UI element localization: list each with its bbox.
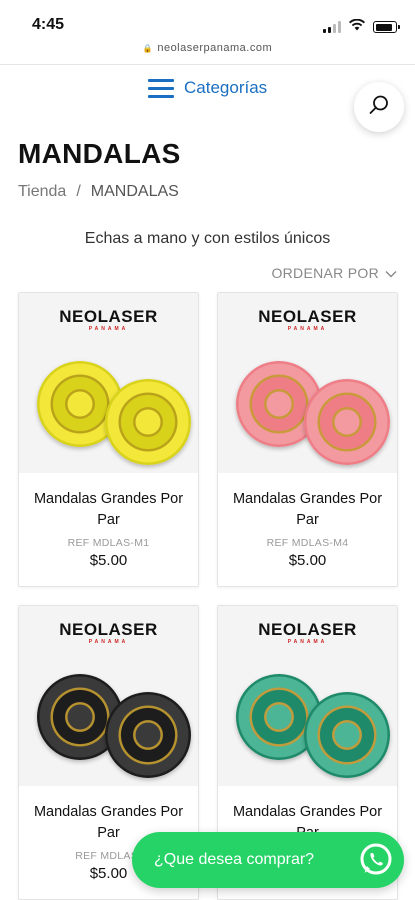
- sort-label: ORDENAR POR: [271, 265, 379, 281]
- wifi-icon: [349, 18, 365, 36]
- product-ref: REF MDLAS-M1: [67, 537, 150, 549]
- product-name[interactable]: Mandalas Grandes Por Par: [218, 489, 397, 531]
- mandala-earring-image: [105, 692, 191, 778]
- brand-logo: NEOLASER PANAMA: [59, 620, 158, 645]
- product-name[interactable]: Mandalas Grandes Por Par: [19, 489, 198, 531]
- product-card[interactable]: NEOLASER PANAMA Mandalas Grandes Por Par RE…: [18, 292, 199, 587]
- product-price: $5.00: [288, 552, 327, 569]
- battery-icon: [373, 21, 400, 33]
- page-title: MANDALAS: [18, 138, 181, 169]
- breadcrumb: Tienda / MANDALAS: [18, 183, 179, 201]
- url-text: neolaserpanama.com: [157, 42, 273, 54]
- mandala-earring-image: [304, 379, 390, 465]
- whatsapp-label: ¿Que desea comprar?: [154, 851, 315, 868]
- sort-dropdown[interactable]: ORDENAR POR: [271, 265, 397, 281]
- status-bar: 4:45: [0, 0, 415, 40]
- whatsapp-chat-button[interactable]: ¿Que desea comprar?: [132, 832, 404, 888]
- product-grid: NEOLASER PANAMA Mandalas Grandes Por Par RE…: [18, 292, 398, 900]
- status-time: 4:45: [32, 16, 65, 33]
- product-image[interactable]: NEOLASER PANAMA: [218, 606, 397, 786]
- brand-logo: NEOLASER PANAMA: [59, 307, 158, 332]
- product-image[interactable]: NEOLASER PANAMA: [218, 293, 397, 473]
- product-ref: REF MDLAS-M4: [266, 537, 349, 549]
- search-icon: [368, 94, 390, 121]
- mandala-earring-image: [304, 692, 390, 778]
- header-divider: [0, 64, 415, 65]
- search-button[interactable]: [354, 82, 404, 132]
- product-price: $5.00: [89, 552, 128, 569]
- lock-icon: 🔒: [142, 44, 154, 53]
- product-image[interactable]: NEOLASER PANAMA: [19, 606, 198, 786]
- url-bar[interactable]: 🔒 neolaserpanama.com: [0, 42, 415, 62]
- whatsapp-icon: [354, 838, 398, 882]
- hamburger-menu-icon: [148, 78, 174, 98]
- breadcrumb-current: MANDALAS: [90, 183, 179, 200]
- category-subtitle: Echas a mano y con estilos únicos: [84, 230, 331, 247]
- breadcrumb-shop-link[interactable]: Tienda: [18, 183, 66, 201]
- product-card[interactable]: NEOLASER PANAMA Mandalas Grandes Por Par RE…: [217, 292, 398, 587]
- mandala-earring-image: [105, 379, 191, 465]
- brand-logo: NEOLASER PANAMA: [258, 620, 357, 645]
- product-info: Mandalas Grandes Por Par REF MDLAS-M4 $5.0…: [218, 473, 397, 569]
- categories-menu[interactable]: Categorías: [148, 74, 267, 102]
- breadcrumb-separator: /: [76, 183, 81, 200]
- product-info: Mandalas Grandes Por Par REF MDLAS-M1 $5.0…: [19, 473, 198, 569]
- cellular-signal-icon: [323, 21, 341, 33]
- status-icons: [323, 18, 400, 36]
- brand-logo: NEOLASER PANAMA: [258, 307, 357, 332]
- categories-label: Categorías: [184, 78, 268, 97]
- product-image[interactable]: NEOLASER PANAMA: [19, 293, 198, 473]
- chevron-down-icon: [385, 265, 397, 281]
